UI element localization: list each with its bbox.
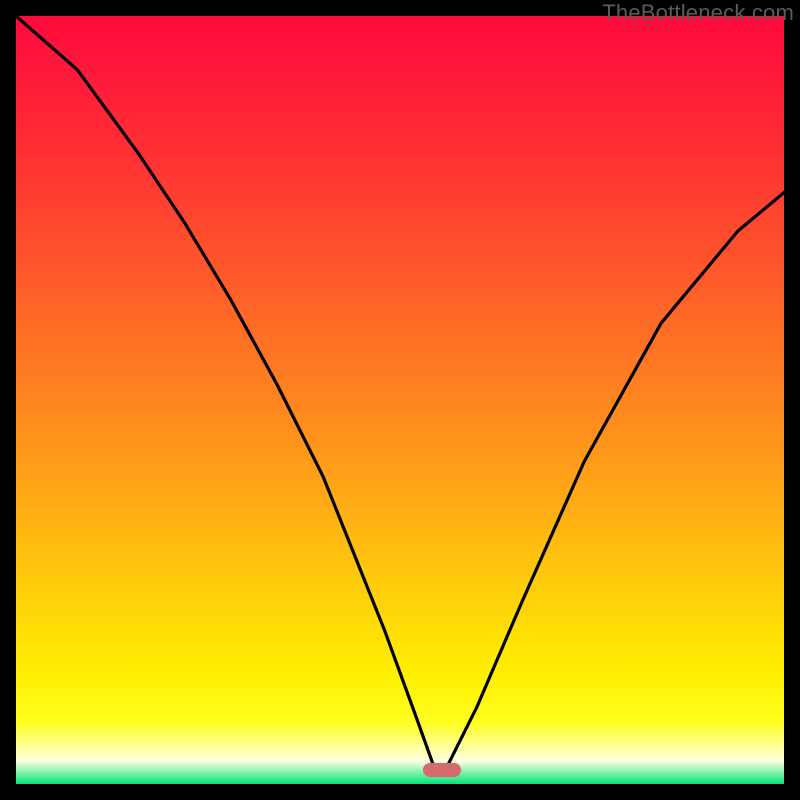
watermark-text: TheBottleneck.com: [602, 0, 794, 26]
plot-area: [16, 16, 784, 784]
chart-stage: TheBottleneck.com: [0, 0, 800, 800]
minimum-marker: [423, 763, 461, 777]
bottleneck-curve: [16, 16, 784, 784]
